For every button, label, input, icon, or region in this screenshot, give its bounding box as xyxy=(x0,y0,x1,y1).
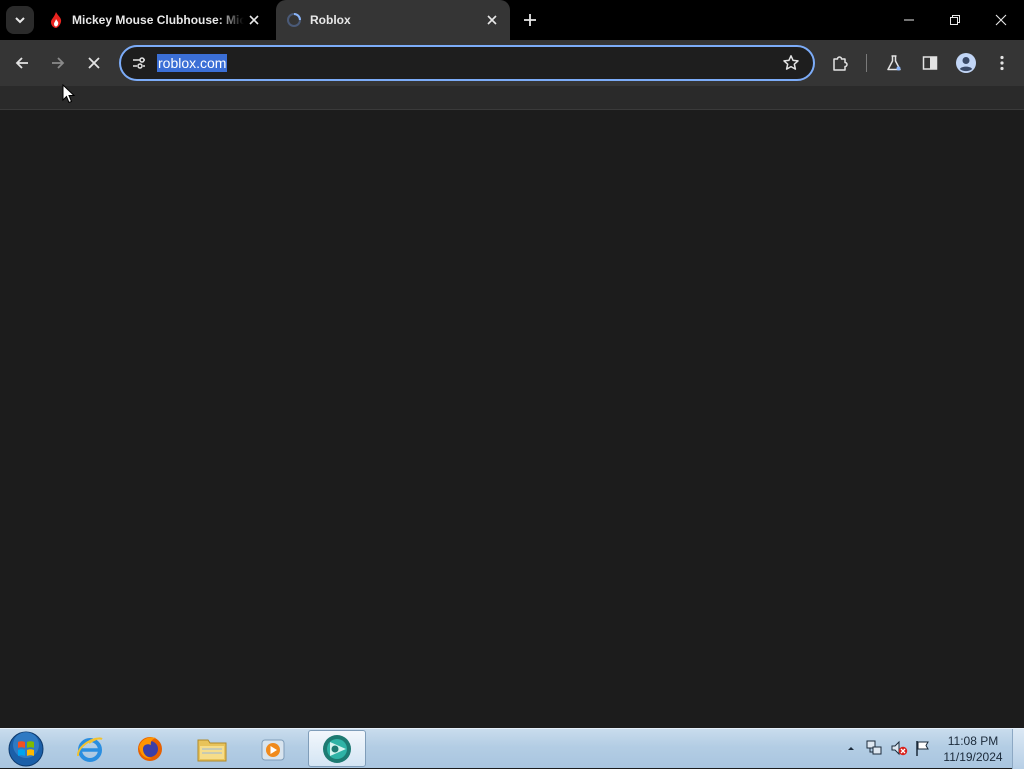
start-button[interactable] xyxy=(6,730,46,768)
taskbar: 11:08 PM 11/19/2024 xyxy=(0,728,1024,769)
site-settings-icon[interactable] xyxy=(129,53,149,73)
taskbar-internet-explorer[interactable] xyxy=(61,730,119,767)
minimize-icon xyxy=(904,19,914,21)
labs-button[interactable] xyxy=(878,47,910,79)
forward-button[interactable] xyxy=(42,47,74,79)
tab-strip: Mickey Mouse Clubhouse: Mic Roblox xyxy=(0,0,1024,40)
extensions-button[interactable] xyxy=(824,47,856,79)
bookmark-star-icon[interactable] xyxy=(781,53,801,73)
taskbar-file-explorer[interactable] xyxy=(183,730,241,767)
show-hidden-icons-button[interactable] xyxy=(842,739,860,757)
tab-title: Roblox xyxy=(310,13,351,27)
loading-spinner-icon xyxy=(286,12,302,28)
tab-title: Mickey Mouse Clubhouse: Mic xyxy=(72,13,244,27)
tray-action-center[interactable] xyxy=(914,739,932,757)
back-button[interactable] xyxy=(6,47,38,79)
close-icon xyxy=(995,14,1007,26)
profile-button[interactable] xyxy=(950,47,982,79)
file-explorer-icon xyxy=(197,739,227,761)
url-text[interactable]: roblox.com xyxy=(157,54,228,72)
restore-icon xyxy=(950,15,960,25)
tab-mickey-mouse[interactable]: Mickey Mouse Clubhouse: Mic xyxy=(44,0,270,40)
tray-network[interactable] xyxy=(865,739,883,757)
arrow-right-icon xyxy=(52,57,65,69)
show-desktop-button[interactable] xyxy=(1012,729,1024,769)
stop-loading-button[interactable] xyxy=(78,47,110,79)
side-panel-button[interactable] xyxy=(914,47,946,79)
menu-button[interactable] xyxy=(986,47,1018,79)
windows-start-icon xyxy=(8,731,44,767)
toolbar-divider xyxy=(866,54,867,72)
volume-muted-icon xyxy=(891,740,908,756)
address-bar[interactable]: roblox.com xyxy=(119,45,815,81)
plus-icon xyxy=(524,14,536,26)
system-clock[interactable]: 11:08 PM 11/19/2024 xyxy=(936,733,1010,765)
taskbar-media-player[interactable] xyxy=(244,730,302,767)
media-player-icon xyxy=(261,739,285,760)
avatar-icon xyxy=(956,53,976,73)
tab-roblox[interactable]: Roblox xyxy=(276,0,510,40)
new-tab-button[interactable] xyxy=(518,8,542,32)
arrow-left-icon xyxy=(15,57,28,69)
bookmarks-bar xyxy=(0,86,1024,110)
puzzle-icon xyxy=(833,56,848,71)
clock-date: 11/19/2024 xyxy=(943,750,1003,764)
firefox-icon xyxy=(138,736,162,761)
close-icon xyxy=(88,57,100,69)
side-panel-icon xyxy=(922,56,938,70)
tray-volume[interactable] xyxy=(890,739,908,757)
chrome-app-icon xyxy=(323,734,351,763)
page-content xyxy=(0,110,1024,728)
tab-search-button[interactable] xyxy=(6,6,34,34)
internet-explorer-icon xyxy=(77,736,103,762)
close-tab-icon[interactable] xyxy=(244,10,264,30)
taskbar-firefox[interactable] xyxy=(121,730,179,767)
network-icon xyxy=(866,740,882,755)
close-tab-icon[interactable] xyxy=(482,10,502,30)
disney-flame-icon xyxy=(48,12,64,28)
close-window-button[interactable] xyxy=(978,0,1024,40)
restore-button[interactable] xyxy=(932,0,978,40)
chevron-up-icon xyxy=(848,747,854,750)
flask-icon xyxy=(887,55,901,71)
browser-toolbar: roblox.com xyxy=(0,40,1024,86)
kebab-menu-icon xyxy=(1000,55,1004,71)
taskbar-chrome[interactable] xyxy=(308,730,366,767)
flag-icon xyxy=(916,741,929,756)
minimize-button[interactable] xyxy=(886,0,932,40)
clock-time: 11:08 PM xyxy=(947,734,999,748)
chevron-down-icon xyxy=(15,17,25,24)
mouse-cursor-icon xyxy=(62,84,76,104)
